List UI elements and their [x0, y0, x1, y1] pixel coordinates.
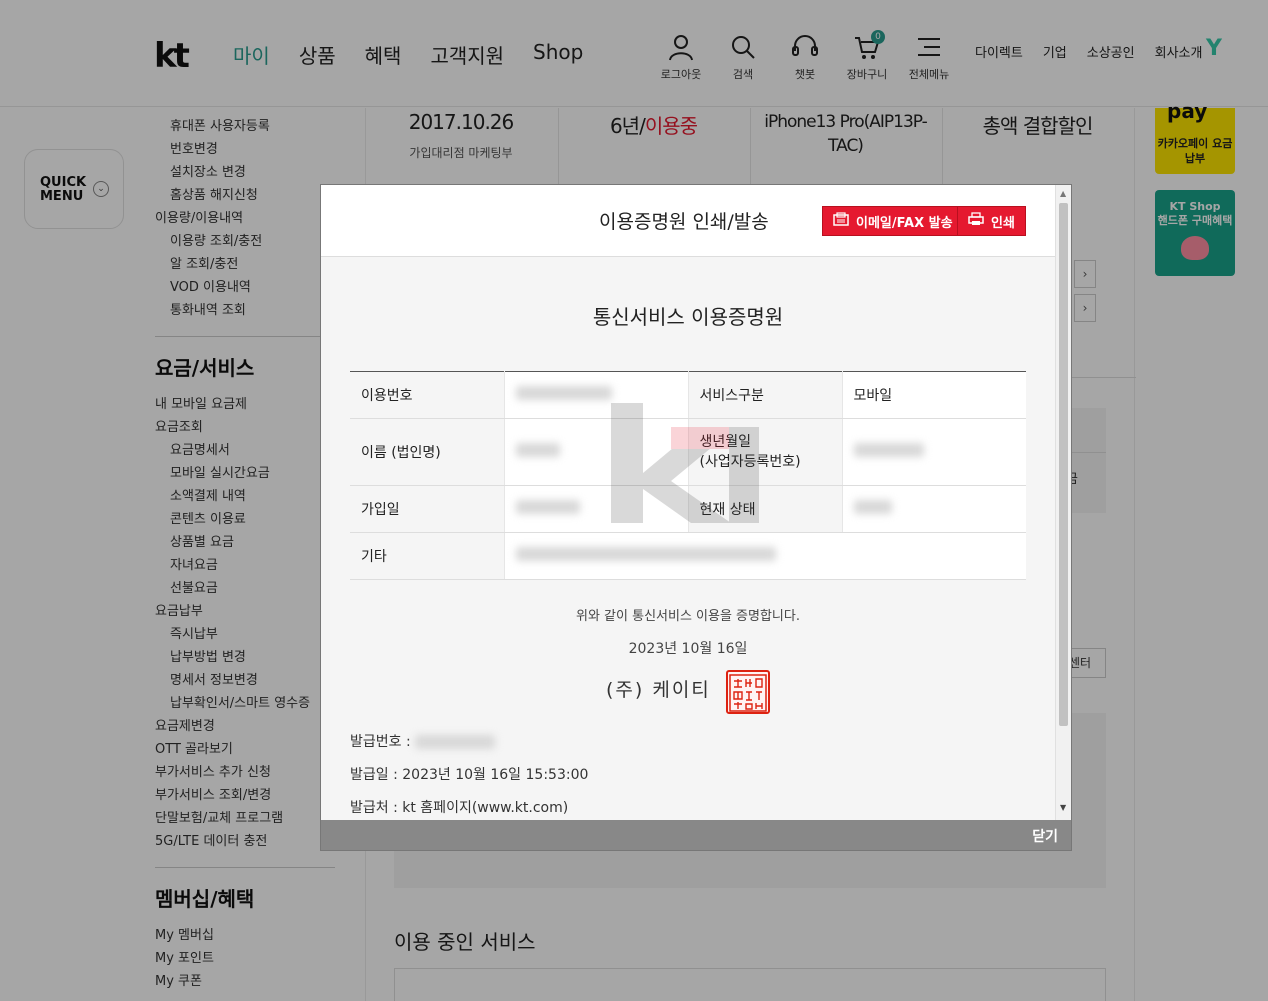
issuer: 발급처 : kt 홈페이지(www.kt.com) [350, 800, 569, 816]
company-name: (주) 케이티 [606, 679, 711, 701]
scrollbar-thumb[interactable] [1059, 203, 1068, 726]
birth-value [841, 418, 1026, 486]
email-fax-label: 이메일/FAX 발송 [856, 215, 953, 231]
certify-statement: 위와 같이 통신서비스 이용을 증명합니다. [576, 609, 800, 624]
usage-number-label: 이용번호 [350, 371, 504, 419]
name-value [503, 418, 688, 486]
modal-header: 이용증명원 인쇄/발송 이메일/FAX 발송 인쇄 [321, 185, 1055, 257]
issue-number: 발급번호 : [350, 731, 496, 751]
close-button[interactable]: 닫기 [1032, 826, 1058, 846]
email-fax-button[interactable]: 이메일/FAX 발송 [822, 206, 964, 236]
certificate-table: 이용번호 서비스구분 모바일 이름 (법인명) 생년월일 (사업자등록번호) 가… [350, 371, 1026, 580]
modal-footer: 닫기 [321, 820, 1071, 850]
usage-number-value [503, 371, 688, 419]
modal-body[interactable]: 통신서비스 이용증명원 이용번호 서비스구분 모바일 이름 (법인명) 생년월일… [321, 257, 1055, 820]
print-label: 인쇄 [991, 215, 1015, 231]
document-title: 통신서비스 이용증명원 [592, 305, 784, 329]
modal-title: 이용증명원 인쇄/발송 [599, 211, 769, 233]
issue-date: 발급일 : 2023년 10월 16일 15:53:00 [350, 767, 589, 783]
name-label: 이름 (법인명) [350, 418, 504, 486]
etc-value [503, 532, 1026, 580]
print-button[interactable]: 인쇄 [957, 206, 1026, 236]
current-status-value [841, 485, 1026, 533]
etc-label: 기타 [350, 532, 504, 580]
table-row: 이름 (법인명) 생년월일 (사업자등록번호) [350, 418, 1026, 486]
company-seal-icon [726, 670, 770, 714]
table-row: 가입일 현재 상태 [350, 485, 1026, 533]
birth-label: 생년월일 (사업자등록번호) [687, 418, 842, 486]
service-type-value: 모바일 [841, 371, 1026, 419]
scroll-up-icon[interactable]: ▲ [1060, 189, 1066, 198]
modal-scrollbar[interactable]: ▲ ▼ [1055, 185, 1071, 820]
join-date-label: 가입일 [350, 485, 504, 533]
fax-icon [833, 212, 849, 230]
table-row: 이용번호 서비스구분 모바일 [350, 371, 1026, 419]
scroll-down-icon[interactable]: ▼ [1060, 803, 1066, 812]
certificate-modal: 이용증명원 인쇄/발송 이메일/FAX 발송 인쇄 통신서비스 이용증명원 이용… [320, 184, 1072, 851]
printer-icon [968, 212, 984, 230]
table-row: 기타 [350, 532, 1026, 580]
service-type-label: 서비스구분 [687, 371, 842, 419]
certify-date: 2023년 10월 16일 [628, 641, 748, 657]
current-status-label: 현재 상태 [687, 485, 842, 533]
join-date-value [503, 485, 688, 533]
